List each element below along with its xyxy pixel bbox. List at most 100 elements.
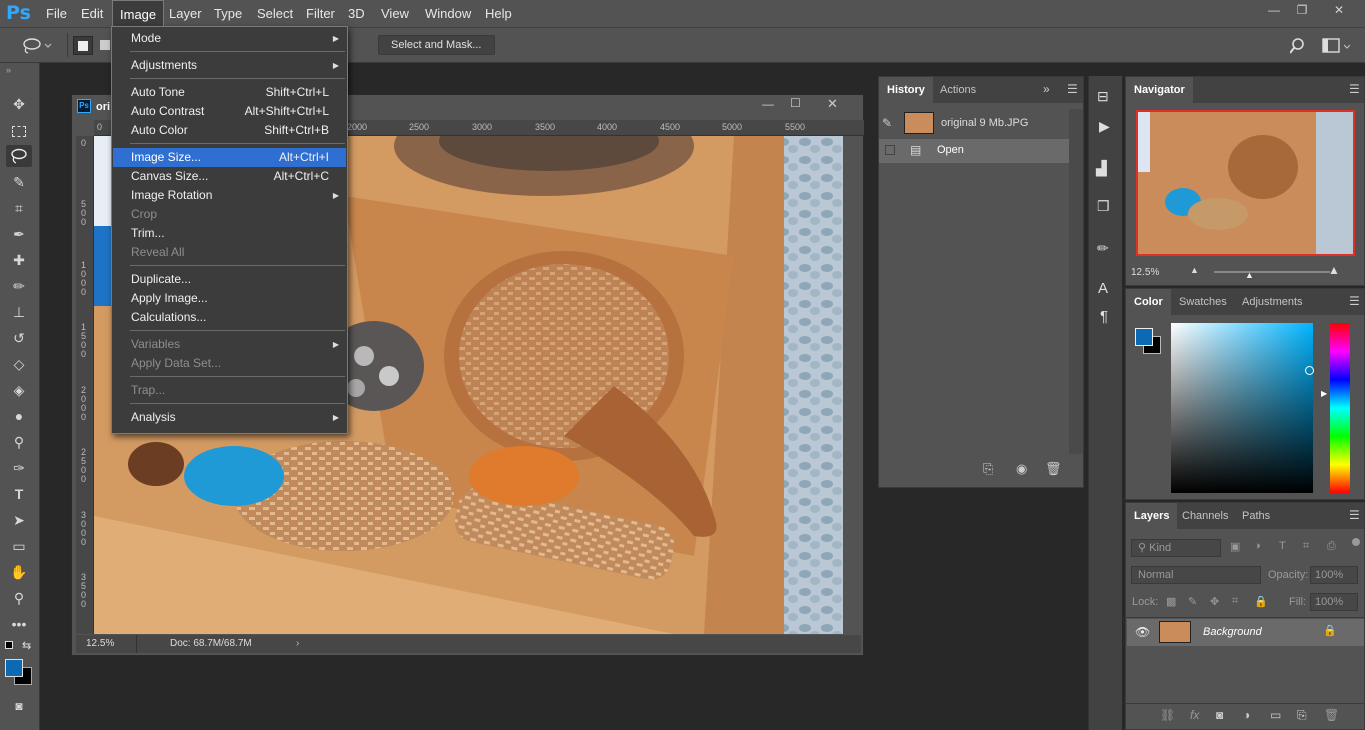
menu-layer[interactable]: Layer	[162, 0, 209, 27]
image-menu-item-calculations[interactable]: Calculations...	[113, 308, 346, 327]
tab-color[interactable]: Color	[1126, 289, 1171, 315]
dodge-tool-icon[interactable]: ⚲	[6, 431, 32, 453]
panel-menu-icon[interactable]: ☰	[1067, 82, 1078, 96]
trash-icon[interactable]: 🗑	[1045, 461, 1062, 477]
clone-stamp-tool-icon[interactable]: ⊥	[6, 301, 32, 323]
navigator-zoom-value[interactable]: 12.5%	[1131, 267, 1159, 278]
add-to-selection-icon[interactable]	[100, 40, 110, 50]
collapse-toolbar-icon[interactable]: »	[6, 65, 11, 75]
hue-slider[interactable]	[1330, 323, 1350, 493]
layer-style-icon[interactable]: fx	[1190, 708, 1199, 722]
lock-artboard-icon[interactable]: ⌗	[1232, 595, 1238, 608]
document-title[interactable]: ori	[96, 97, 110, 117]
lasso-preset-picker[interactable]	[21, 36, 53, 54]
doc-minimize-button[interactable]: —	[762, 97, 774, 111]
lock-all-icon[interactable]: 🔒	[1254, 595, 1268, 608]
layer-filter-kind[interactable]: ⚲ Kind	[1131, 539, 1221, 557]
eyedropper-tool-icon[interactable]: ✒	[6, 223, 32, 245]
image-menu-item-adjustments[interactable]: Adjustments ▶	[113, 56, 346, 75]
menu-select[interactable]: Select	[250, 0, 300, 27]
image-menu-item-image-size[interactable]: Image Size... Alt+Ctrl+I	[113, 148, 346, 167]
tab-actions[interactable]: Actions	[932, 77, 984, 103]
quick-selection-tool-icon[interactable]: ✎	[6, 171, 32, 193]
color-field[interactable]	[1171, 323, 1314, 493]
paint-bucket-tool-icon[interactable]: ◈	[6, 379, 32, 401]
3d-panel-icon[interactable]: ❒	[1097, 198, 1110, 215]
image-menu-item-apply-image[interactable]: Apply Image...	[113, 289, 346, 308]
navigator-preview[interactable]	[1136, 110, 1355, 256]
panel-collapse-icon[interactable]: »	[1043, 82, 1050, 96]
default-colors-icon[interactable]	[5, 641, 13, 649]
image-menu-item-auto-tone[interactable]: Auto Tone Shift+Ctrl+L	[113, 83, 346, 102]
move-tool-icon[interactable]: ✥	[6, 93, 32, 115]
pen-tool-icon[interactable]: ✑	[6, 457, 32, 479]
zoom-in-icon[interactable]: ▲	[1328, 263, 1340, 277]
add-mask-icon[interactable]: ◙	[1216, 708, 1223, 722]
workspace-switcher[interactable]	[1322, 37, 1352, 55]
tab-swatches[interactable]: Swatches	[1171, 289, 1235, 315]
zoom-slider-thumb[interactable]: ▲	[1245, 270, 1254, 280]
menu-image[interactable]: Image	[112, 0, 165, 27]
close-button[interactable]: ✕	[1325, 1, 1353, 21]
blur-tool-icon[interactable]: ●	[6, 405, 32, 427]
type-tool-icon[interactable]: T	[6, 483, 32, 505]
minimize-button[interactable]: —	[1260, 1, 1288, 21]
menu-file[interactable]: File	[39, 0, 74, 27]
foreground-color-swatch[interactable]	[5, 659, 23, 677]
menu-type[interactable]: Type	[207, 0, 249, 27]
panel-menu-icon[interactable]: ☰	[1349, 294, 1360, 308]
actions-play-icon[interactable]: ▶	[1099, 118, 1110, 135]
filter-pixel-icon[interactable]: ▣	[1230, 540, 1240, 553]
paragraph-panel-icon[interactable]: ¶	[1100, 308, 1108, 325]
filter-adjustment-icon[interactable]: ◑	[1254, 540, 1261, 552]
doc-close-button[interactable]: ✕	[827, 96, 838, 112]
filter-toggle[interactable]	[1352, 538, 1360, 546]
adjustment-layer-icon[interactable]: ◑	[1243, 708, 1250, 722]
swap-colors-icon[interactable]: ⇆	[22, 639, 31, 652]
path-selection-tool-icon[interactable]: ➤	[6, 509, 32, 531]
fill-field[interactable]: 100%	[1310, 593, 1358, 611]
histogram-icon[interactable]: ▟	[1096, 160, 1107, 177]
more-tools-icon[interactable]: •••	[6, 613, 32, 635]
history-panel-icon[interactable]: ⊟	[1097, 88, 1109, 105]
history-brush-source-icon[interactable]: ✎	[882, 116, 892, 130]
hue-slider-thumb[interactable]: ▶	[1321, 389, 1327, 398]
tab-adjustments[interactable]: Adjustments	[1234, 289, 1311, 315]
menu-3d[interactable]: 3D	[341, 0, 372, 27]
history-scrollbar[interactable]	[1069, 109, 1083, 454]
eraser-tool-icon[interactable]: ◇	[6, 353, 32, 375]
zoom-out-icon[interactable]: ▲	[1190, 265, 1199, 275]
status-arrow-icon[interactable]: ›	[296, 635, 299, 653]
image-menu-item-canvas-size[interactable]: Canvas Size... Alt+Ctrl+C	[113, 167, 346, 186]
history-brush-tool-icon[interactable]: ↺	[6, 327, 32, 349]
image-menu-item-auto-contrast[interactable]: Auto Contrast Alt+Shift+Ctrl+L	[113, 102, 346, 121]
restore-button[interactable]: ❐	[1288, 1, 1316, 21]
new-document-from-state-icon[interactable]: ⎘	[983, 461, 993, 477]
layer-name[interactable]: Background	[1203, 626, 1262, 638]
menu-window[interactable]: Window	[418, 0, 478, 27]
lock-transparent-icon[interactable]: ▩	[1166, 595, 1176, 608]
blend-mode-select[interactable]: Normal	[1131, 566, 1261, 584]
healing-brush-tool-icon[interactable]: ✚	[6, 249, 32, 271]
delete-layer-icon[interactable]: 🗑	[1324, 708, 1339, 722]
history-state[interactable]: ▤ Open	[879, 139, 1069, 163]
lock-image-icon[interactable]: ✎	[1188, 595, 1197, 608]
filter-smart-object-icon[interactable]: ⎙	[1327, 540, 1336, 553]
panel-menu-icon[interactable]: ☰	[1349, 508, 1360, 522]
brush-settings-icon[interactable]: ✏	[1097, 240, 1109, 257]
tab-layers[interactable]: Layers	[1126, 503, 1178, 529]
image-menu-item-trim[interactable]: Trim...	[113, 224, 346, 243]
layer-row-background[interactable]: 👁 Background 🔒	[1127, 619, 1364, 646]
brush-tool-icon[interactable]: ✏	[6, 275, 32, 297]
image-menu-item-mode[interactable]: Mode ▶	[113, 29, 346, 48]
navigator-zoom-slider[interactable]	[1214, 271, 1330, 273]
image-menu-item-image-rotation[interactable]: Image Rotation ▶	[113, 186, 346, 205]
image-menu-item-auto-color[interactable]: Auto Color Shift+Ctrl+B	[113, 121, 346, 140]
camera-icon[interactable]: ◉	[1016, 461, 1027, 477]
opacity-field[interactable]: 100%	[1310, 566, 1358, 584]
lasso-tool-icon[interactable]	[6, 145, 32, 167]
layer-visibility-eye-icon[interactable]: 👁	[1135, 625, 1150, 639]
lock-position-icon[interactable]: ✥	[1210, 595, 1219, 608]
crop-tool-icon[interactable]: ⌗	[6, 197, 32, 219]
tab-navigator[interactable]: Navigator	[1126, 77, 1193, 103]
